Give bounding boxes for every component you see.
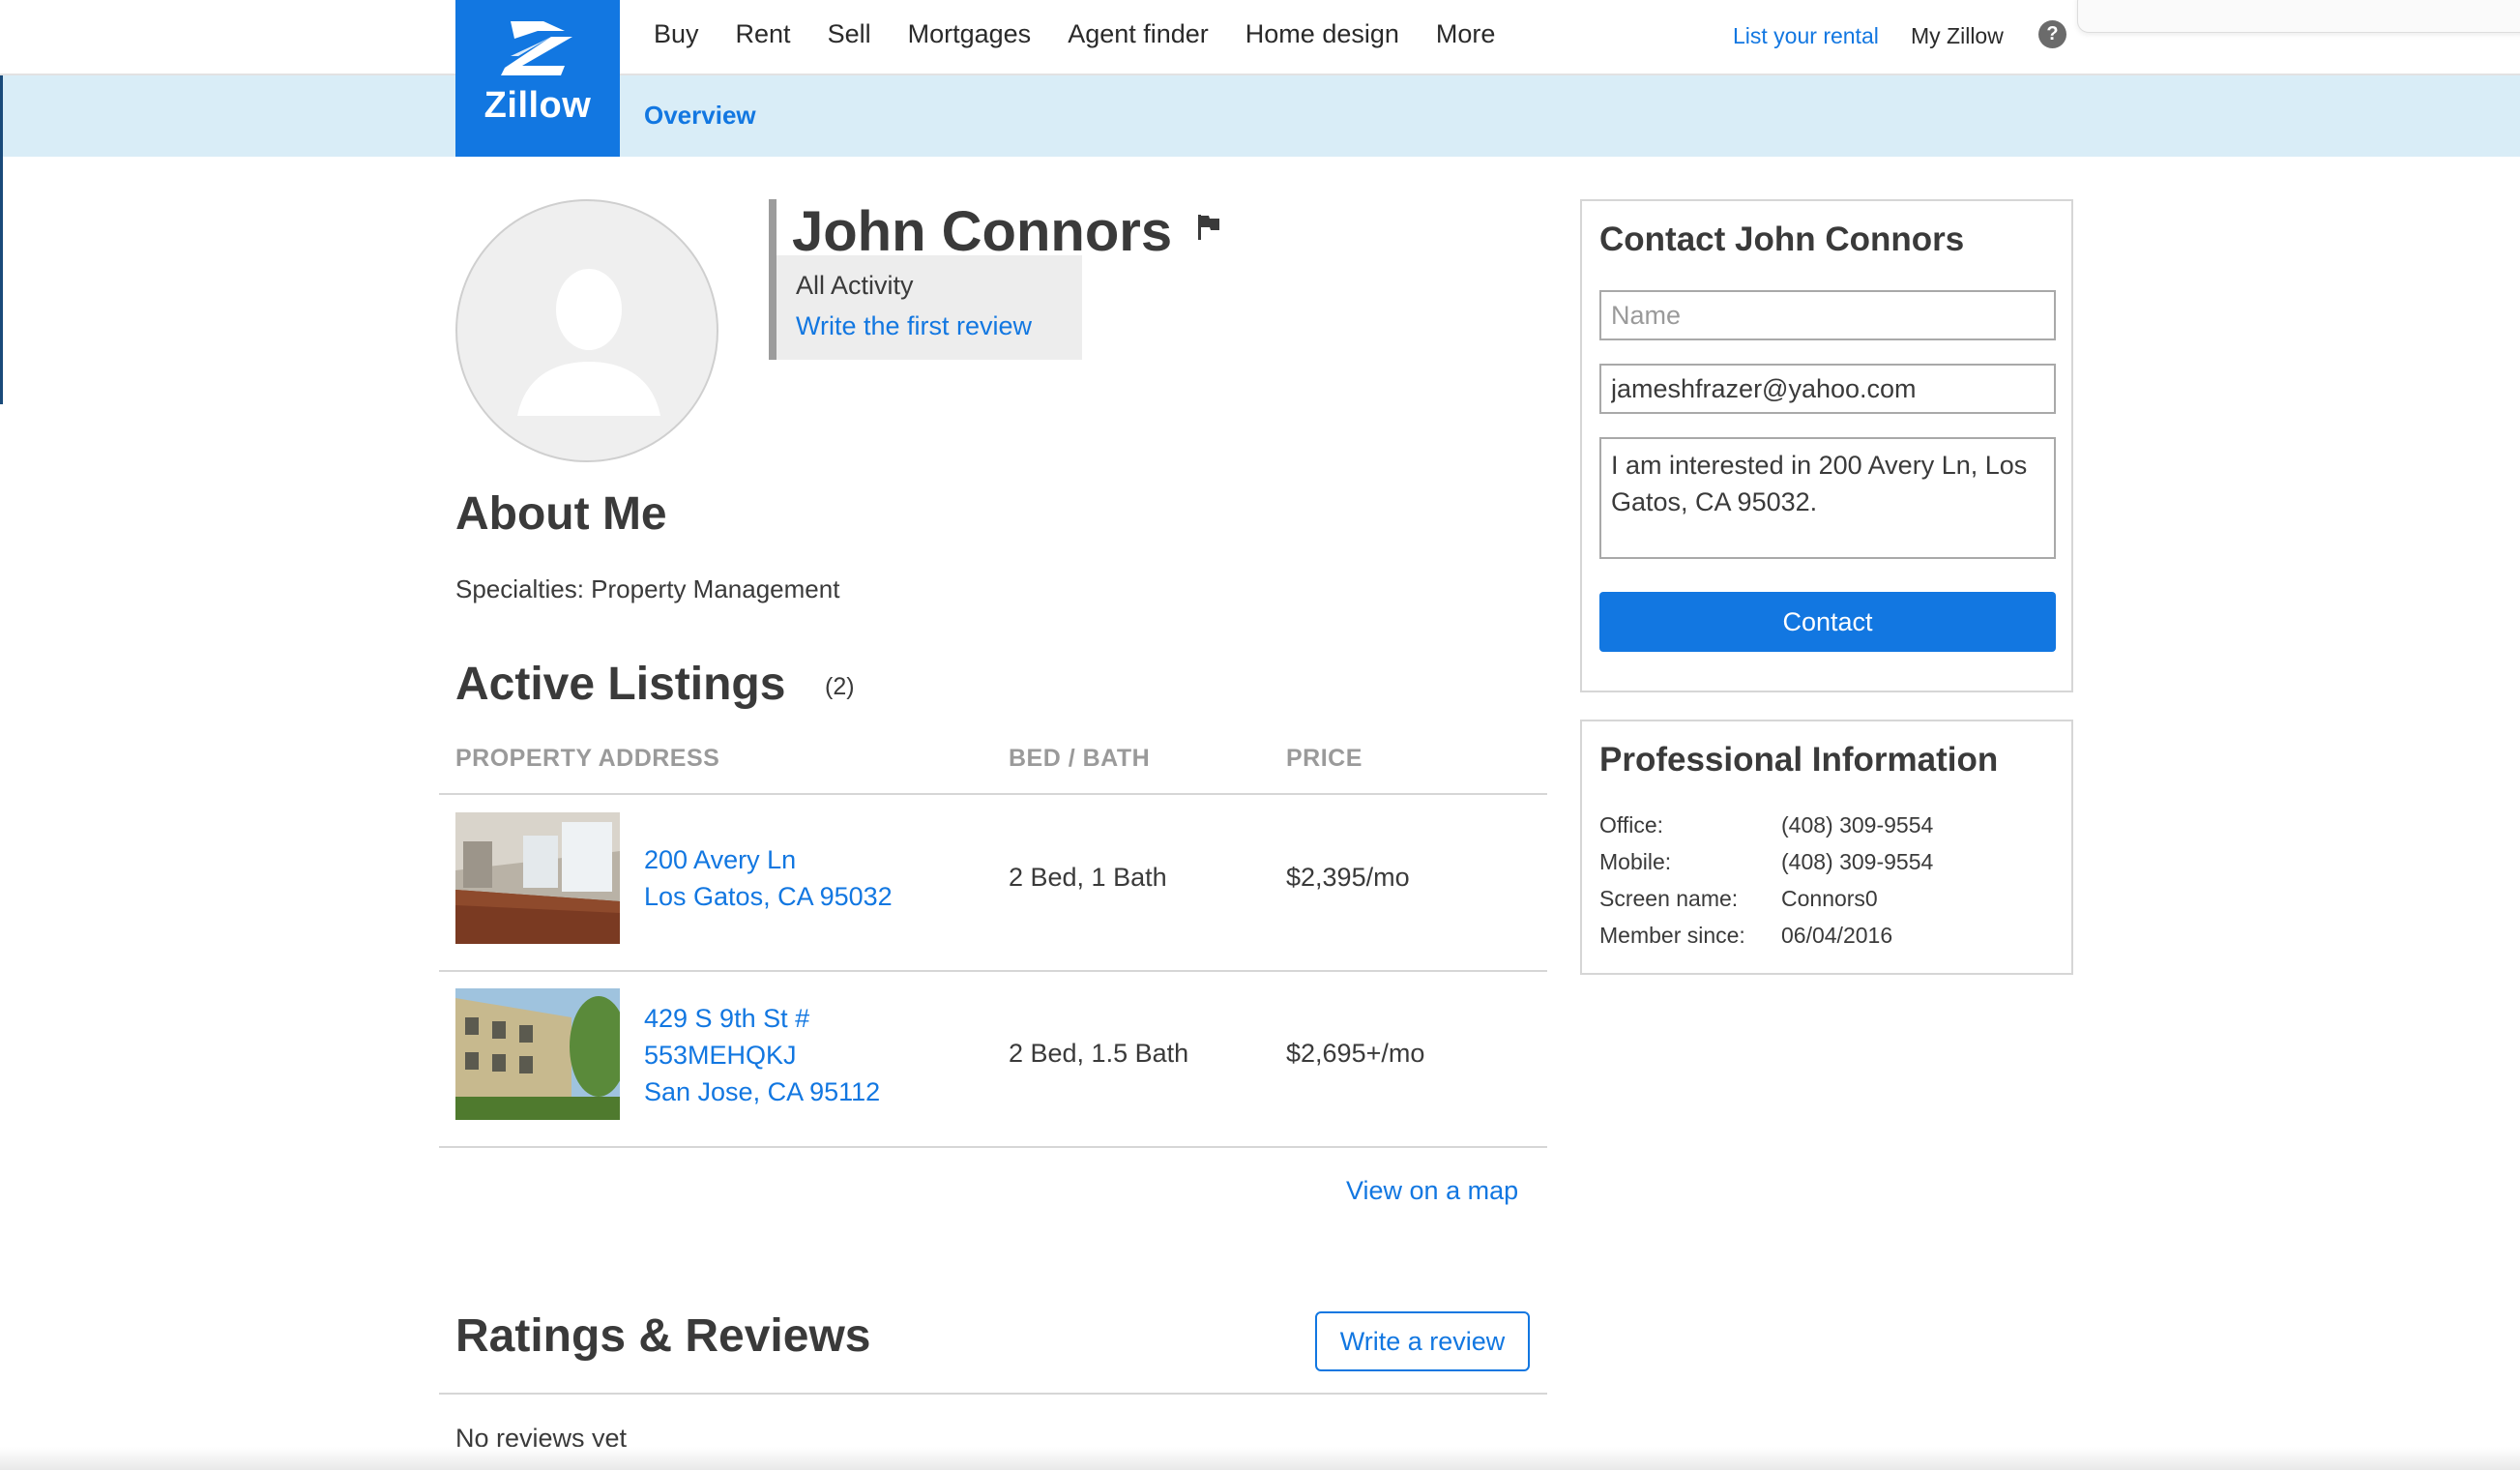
professional-info-card: Professional Information Office: (408) 3… — [1580, 720, 2073, 975]
user-silhouette-icon — [517, 269, 660, 416]
list-rental-link[interactable]: List your rental — [1733, 23, 1879, 49]
listings-count: (2) — [825, 673, 855, 700]
reviews-divider — [439, 1393, 1547, 1395]
nav-home-design[interactable]: Home design — [1245, 19, 1399, 49]
contact-title: Contact John Connors — [1599, 220, 1965, 258]
specialties-text: Specialties: Property Management — [455, 574, 840, 603]
listing-photo[interactable] — [455, 988, 620, 1120]
mobile-label: Mobile: — [1599, 849, 1672, 874]
name-field[interactable] — [1599, 290, 2056, 340]
interior-photo — [455, 812, 620, 944]
member-since-value: 06/04/2016 — [1781, 923, 1893, 948]
contact-card: Contact John Connors I am interested in … — [1580, 199, 2073, 692]
row-divider — [439, 970, 1547, 972]
office-label: Office: — [1599, 812, 1664, 838]
listing-address-link[interactable]: 200 Avery Ln Los Gatos, CA 95032 — [644, 841, 893, 915]
nav-rent[interactable]: Rent — [736, 19, 791, 49]
listing-bed-bath: 2 Bed, 1 Bath — [1009, 863, 1167, 892]
window-edge — [0, 75, 3, 404]
address-line-1: 200 Avery Ln — [644, 845, 797, 874]
listing-bed-bath: 2 Bed, 1.5 Bath — [1009, 1039, 1189, 1068]
office-phone: (408) 309-9554 — [1781, 812, 1934, 838]
listing-price: $2,395/mo — [1286, 863, 1410, 892]
email-field[interactable] — [1599, 364, 2056, 414]
column-header-address: PROPERTY ADDRESS — [455, 745, 720, 772]
accent-bar — [769, 199, 777, 360]
exterior-photo — [455, 988, 620, 1120]
contact-button[interactable]: Contact — [1599, 592, 2056, 652]
reviews-title: Ratings & Reviews — [455, 1310, 871, 1362]
address-line-1: 429 S 9th St # — [644, 1004, 810, 1033]
table-divider — [439, 793, 1547, 795]
window-bottom-shadow — [0, 1447, 2520, 1470]
help-icon[interactable]: ? — [2038, 20, 2066, 48]
nav-mortgages[interactable]: Mortgages — [908, 19, 1032, 49]
column-header-bed-bath: BED / BATH — [1009, 745, 1151, 772]
column-header-price: PRICE — [1286, 745, 1363, 772]
nav-sell[interactable]: Sell — [828, 19, 871, 49]
row-divider — [439, 1146, 1547, 1148]
write-first-review-link[interactable]: Write the first review — [796, 311, 1032, 341]
listing-address-link[interactable]: 429 S 9th St # 553MEHQKJ San Jose, CA 95… — [644, 1000, 880, 1110]
nav-buy[interactable]: Buy — [654, 19, 699, 49]
my-zillow-link[interactable]: My Zillow — [1911, 23, 2004, 49]
view-on-map-link[interactable]: View on a map — [1346, 1176, 1518, 1206]
professional-info-title: Professional Information — [1599, 741, 1999, 779]
profile-name: John Connors — [792, 200, 1173, 263]
all-activity-label: All Activity — [796, 271, 914, 300]
about-title: About Me — [455, 488, 667, 540]
sub-navigation-bar — [0, 75, 2520, 157]
tab-overview[interactable]: Overview — [644, 101, 756, 131]
zillow-logo[interactable]: Zillow — [455, 0, 620, 157]
activity-box: All Activity Write the first review — [777, 255, 1082, 360]
address-line-3: San Jose, CA 95112 — [644, 1077, 881, 1106]
avatar — [455, 199, 718, 462]
nav-agent-finder[interactable]: Agent finder — [1068, 19, 1209, 49]
listing-photo[interactable] — [455, 812, 620, 944]
flag-icon[interactable] — [1196, 213, 1221, 242]
screen-name-value: Connors0 — [1781, 886, 1878, 911]
write-review-button[interactable]: Write a review — [1315, 1311, 1530, 1371]
screen-name-label: Screen name: — [1599, 886, 1739, 911]
nav-more[interactable]: More — [1436, 19, 1496, 49]
mobile-phone: (408) 309-9554 — [1781, 849, 1934, 874]
member-since-label: Member since: — [1599, 923, 1745, 948]
listing-price: $2,695+/mo — [1286, 1039, 1425, 1068]
popup-panel-edge — [2077, 0, 2520, 33]
logo-wordmark: Zillow — [483, 85, 592, 126]
zillow-z-icon — [501, 21, 572, 75]
main-nav: Buy Rent Sell Mortgages Agent finder Hom… — [654, 19, 1532, 49]
listings-title: Active Listings — [455, 659, 786, 710]
address-line-2: 553MEHQKJ — [644, 1041, 797, 1070]
message-field[interactable]: I am interested in 200 Avery Ln, Los Gat… — [1599, 437, 2056, 559]
address-line-2: Los Gatos, CA 95032 — [644, 882, 893, 911]
